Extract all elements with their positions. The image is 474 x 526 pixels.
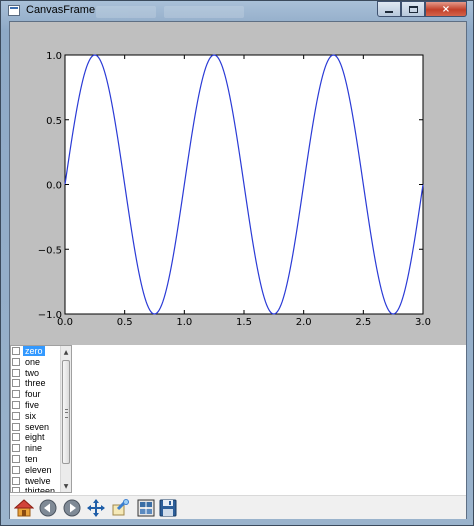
checkbox[interactable] xyxy=(12,400,20,409)
y-tick-label: −1.0 xyxy=(38,310,62,321)
close-icon: × xyxy=(441,3,451,15)
x-tick-label: 1.5 xyxy=(236,317,252,328)
pan-button[interactable] xyxy=(86,498,106,518)
list-item-label: three xyxy=(25,378,46,389)
list-item-label: one xyxy=(25,356,41,367)
background-window-ghost xyxy=(96,3,296,18)
scroll-up-arrow-icon[interactable]: ▲ xyxy=(61,347,71,357)
pan-icon xyxy=(87,499,105,517)
bottom-panel: zero one two three four five six seven eight nine… xyxy=(10,345,466,495)
list-item-label: two xyxy=(25,367,40,378)
minimize-button[interactable] xyxy=(377,1,401,17)
x-tick-label: 2.0 xyxy=(296,317,312,328)
sine-chart: 0.0 0.5 1.0 1.5 2.0 2.5 3.01.00.50.0−0.5−1.0 xyxy=(38,51,431,328)
app-icon xyxy=(8,5,20,16)
list-item-label: thirteen xyxy=(25,486,56,493)
scroll-down-arrow-icon[interactable]: ▼ xyxy=(61,481,71,491)
checkbox[interactable] xyxy=(12,433,20,442)
list-scrollbar[interactable]: ▲ ▼ xyxy=(60,346,71,492)
list-item-label: eleven xyxy=(25,464,52,475)
save-icon xyxy=(159,499,177,517)
window-controls: × xyxy=(377,1,467,17)
y-tick-label: −0.5 xyxy=(38,245,62,256)
y-tick-label: 1.0 xyxy=(46,51,62,62)
grip-icon xyxy=(65,409,68,418)
forward-button[interactable] xyxy=(62,498,82,518)
back-icon xyxy=(39,499,57,517)
checkbox[interactable] xyxy=(12,379,20,388)
zoom-button[interactable] xyxy=(110,498,130,518)
list-item-label: twelve xyxy=(25,475,51,486)
y-tick-label: 0.5 xyxy=(46,116,62,127)
checkbox[interactable] xyxy=(12,465,20,474)
maximize-button[interactable] xyxy=(401,1,425,17)
checkbox[interactable] xyxy=(12,347,20,355)
list-item-label: six xyxy=(25,410,36,421)
checkbox[interactable] xyxy=(12,357,20,366)
client-area: 0.0 0.5 1.0 1.5 2.0 2.5 3.0 1.0 0.5 0.0 −0.5 −1.0 z… xyxy=(9,21,467,519)
list-item-label: zero xyxy=(23,346,45,356)
home-icon xyxy=(14,499,34,517)
x-tick-label: 3.0 xyxy=(415,317,431,328)
back-button[interactable] xyxy=(38,498,58,518)
list-item-label: five xyxy=(25,399,40,410)
window-title: CanvasFrame xyxy=(26,4,96,16)
x-tick-label: 0.5 xyxy=(117,317,133,328)
list-item-label: seven xyxy=(25,421,50,432)
list-item-label: nine xyxy=(25,443,43,454)
y-tick-label: 0.0 xyxy=(46,181,62,192)
checkbox[interactable] xyxy=(12,444,20,453)
app-window: CanvasFrame × 0.0 0.5 1.0 1.5 2.0 2.5 3.0 1.0 0.… xyxy=(0,0,474,526)
minimize-icon xyxy=(385,11,393,13)
checkbox[interactable] xyxy=(12,422,20,431)
scroll-thumb[interactable] xyxy=(62,360,70,464)
list-item-label: four xyxy=(25,389,41,400)
checkbox[interactable] xyxy=(12,368,20,377)
list-item-label: eight xyxy=(25,432,45,443)
zoom-icon xyxy=(112,499,129,516)
forward-icon xyxy=(63,499,81,517)
save-button[interactable] xyxy=(158,498,178,518)
home-button[interactable] xyxy=(14,498,34,518)
checklist-box[interactable]: zero one two three four five six seven eight nine… xyxy=(10,345,72,493)
list-item-label: ten xyxy=(25,453,38,464)
subplots-icon xyxy=(137,499,155,517)
checkbox[interactable] xyxy=(12,476,20,485)
checkbox[interactable] xyxy=(12,454,20,463)
checkbox[interactable] xyxy=(12,411,20,420)
title-bar[interactable]: CanvasFrame × xyxy=(1,1,473,21)
x-tick-label: 1.0 xyxy=(176,317,192,328)
subplots-button[interactable] xyxy=(136,498,156,518)
checkbox[interactable] xyxy=(12,487,20,492)
plot-canvas[interactable]: 0.0 0.5 1.0 1.5 2.0 2.5 3.0 1.0 0.5 0.0 −0.5 −1.0 xyxy=(10,22,466,345)
maximize-icon xyxy=(408,5,418,13)
navigation-toolbar xyxy=(10,495,466,519)
close-button[interactable]: × xyxy=(425,1,467,17)
x-tick-label: 2.5 xyxy=(355,317,371,328)
checkbox[interactable] xyxy=(12,390,20,399)
